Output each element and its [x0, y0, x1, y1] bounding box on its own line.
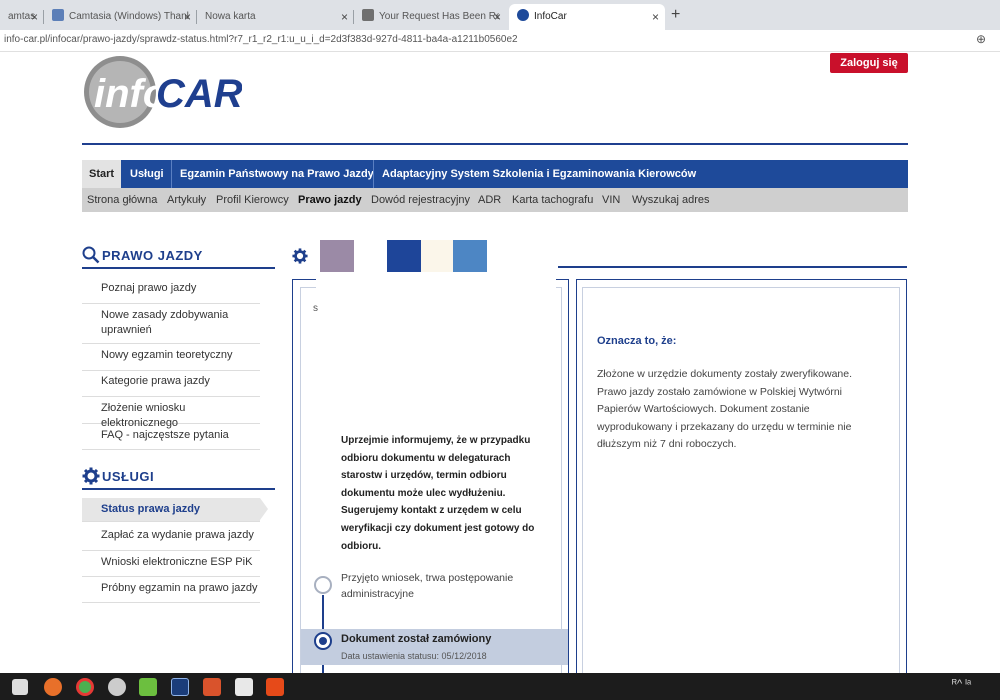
status-step-date: Data ustawienia statusu: 05/12/2018 — [341, 651, 487, 661]
browser-tab[interactable]: amtas × — [0, 4, 44, 30]
sidebar-item-nowe-zasady[interactable]: Nowe zasady zdobywania uprawnień — [82, 308, 260, 344]
firefox-icon[interactable] — [44, 678, 62, 696]
nav-uslugi[interactable]: Usługi — [123, 160, 171, 188]
login-button[interactable]: Zaloguj się — [830, 53, 908, 73]
close-icon[interactable]: × — [184, 4, 191, 30]
zoom-icon[interactable]: ⊕ — [976, 32, 986, 46]
status-step-title: Dokument został zamówiony — [341, 633, 492, 645]
gear-icon — [292, 248, 308, 264]
app-icon[interactable] — [108, 678, 126, 696]
main-nav: Start Usługi Egzamin Państwowy na Prawo … — [82, 160, 908, 188]
subnav-karta-tachografu[interactable]: Karta tachografu — [512, 188, 593, 212]
infocar-icon — [517, 9, 529, 21]
system-tray[interactable]: ᴿ^ ᴵᵃ — [952, 678, 971, 690]
gear-icon — [82, 467, 100, 485]
nav-divider — [171, 160, 172, 188]
address-bar[interactable]: info-car.pl/infocar/prawo-jazdy/sprawdz-… — [0, 30, 1000, 52]
active-arrow-icon — [260, 498, 268, 520]
sidebar-item-probny-egzamin[interactable]: Próbny egzamin na prawo jazdy — [82, 581, 260, 603]
sidebar-item-poznaj[interactable]: Poznaj prawo jazdy — [82, 281, 260, 304]
tab-title: Camtasia (Windows) Thank You — [69, 11, 189, 22]
recorder-icon[interactable] — [266, 678, 284, 696]
subnav-strona-glowna[interactable]: Strona główna — [87, 188, 157, 212]
windows-start-icon[interactable] — [12, 679, 28, 695]
page-icon — [362, 9, 374, 21]
color-swatch — [387, 240, 421, 272]
subnav-adr[interactable]: ADR — [478, 188, 501, 212]
sidebar-item-faq[interactable]: FAQ - najczęstsze pytania — [82, 428, 260, 450]
sidebar-heading-text: USŁUGI — [102, 469, 155, 484]
camtasia-icon[interactable] — [139, 678, 157, 696]
status-step-przyjeto: Przyjęto wniosek, trwa postępowanie admi… — [341, 572, 514, 600]
close-icon[interactable]: × — [652, 4, 659, 30]
sidebar-item-zaplac[interactable]: Zapłać za wydanie prawa jazdy — [82, 528, 260, 551]
browser-tab-active[interactable]: InfoCar × — [509, 4, 665, 30]
tab-title: Your Request Has Been Received — [379, 11, 499, 22]
main-header-divider — [558, 266, 907, 268]
sidebar-divider — [82, 488, 275, 490]
redacted-area — [316, 272, 556, 432]
browser-tab[interactable]: Nowa karta × — [197, 4, 354, 30]
close-icon[interactable]: × — [494, 4, 501, 30]
subnav-artykuly[interactable]: Artykuły — [167, 188, 206, 212]
sub-nav: Strona główna Artykuły Profil Kierowcy P… — [82, 188, 908, 212]
meaning-title: Oznacza to, że: — [597, 335, 677, 347]
subnav-prawo-jazdy[interactable]: Prawo jazdy — [298, 188, 362, 212]
app-v-icon[interactable] — [171, 678, 189, 696]
sidebar-item-status-prawa-jazdy[interactable]: Status prawa jazdy — [82, 498, 268, 522]
sidebar-item-nowy-egzamin[interactable]: Nowy egzamin teoretyczny — [82, 348, 260, 371]
sidebar-heading-prawo-jazdy: PRAWO JAZDY — [82, 246, 203, 264]
nav-adaptacyjny[interactable]: Adaptacyjny System Szkolenia i Egzaminow… — [375, 160, 703, 188]
search-icon — [82, 246, 100, 264]
logo-car-text: CAR — [156, 72, 242, 116]
infocar-logo[interactable]: info CAR — [82, 55, 243, 130]
meaning-text: Złożone w urzędzie dokumenty zostały zwe… — [597, 368, 853, 450]
sidebar-heading-text: PRAWO JAZDY — [102, 248, 203, 263]
subnav-profil-kierowcy[interactable]: Profil Kierowcy — [216, 188, 289, 212]
sidebar-item-label: Status prawa jazdy — [101, 503, 201, 515]
color-swatch — [453, 240, 487, 272]
close-icon[interactable]: × — [341, 4, 348, 30]
subnav-vin[interactable]: VIN — [602, 188, 620, 212]
small-mark: s — [313, 303, 318, 314]
header-divider — [82, 143, 908, 145]
sidebar-heading-uslugi: USŁUGI — [82, 467, 154, 485]
mail-icon[interactable] — [235, 678, 253, 696]
step-circle-icon — [314, 576, 332, 594]
camtasia-icon — [52, 9, 64, 21]
notice-text: Uprzejmie informujemy, że w przypadku od… — [341, 435, 535, 552]
url-text[interactable]: info-car.pl/infocar/prawo-jazdy/sprawdz-… — [4, 34, 518, 45]
tab-title: InfoCar — [534, 11, 567, 22]
sidebar-item-zlozenie-wniosku[interactable]: Złożenie wniosku elektronicznego — [82, 401, 260, 429]
color-swatch — [320, 240, 354, 272]
nav-start[interactable]: Start — [82, 160, 122, 188]
close-icon[interactable]: × — [31, 4, 38, 30]
browser-tab[interactable]: Your Request Has Been Received × — [354, 4, 507, 30]
step-circle-active-icon — [314, 632, 332, 650]
color-swatch — [421, 240, 453, 272]
powerpoint-icon[interactable] — [203, 678, 221, 696]
subnav-wyszukaj-adres[interactable]: Wyszukaj adres — [632, 188, 710, 212]
browser-tab[interactable]: Camtasia (Windows) Thank You × — [44, 4, 197, 30]
new-tab-button[interactable]: + — [671, 6, 680, 24]
chrome-icon[interactable] — [76, 678, 94, 696]
nav-egzamin[interactable]: Egzamin Państwowy na Prawo Jazdy — [173, 160, 381, 188]
subnav-dowod-rejestracyjny[interactable]: Dowód rejestracyjny — [371, 188, 470, 212]
sidebar-item-wnioski-esp[interactable]: Wnioski elektroniczne ESP PiK — [82, 555, 260, 577]
nav-divider — [373, 160, 374, 188]
browser-tab-bar: amtas × Camtasia (Windows) Thank You × N… — [0, 0, 1000, 34]
tab-title: Nowa karta — [205, 11, 256, 22]
sidebar-item-kategorie[interactable]: Kategorie prawa jazdy — [82, 374, 260, 397]
sidebar-divider — [82, 267, 275, 269]
